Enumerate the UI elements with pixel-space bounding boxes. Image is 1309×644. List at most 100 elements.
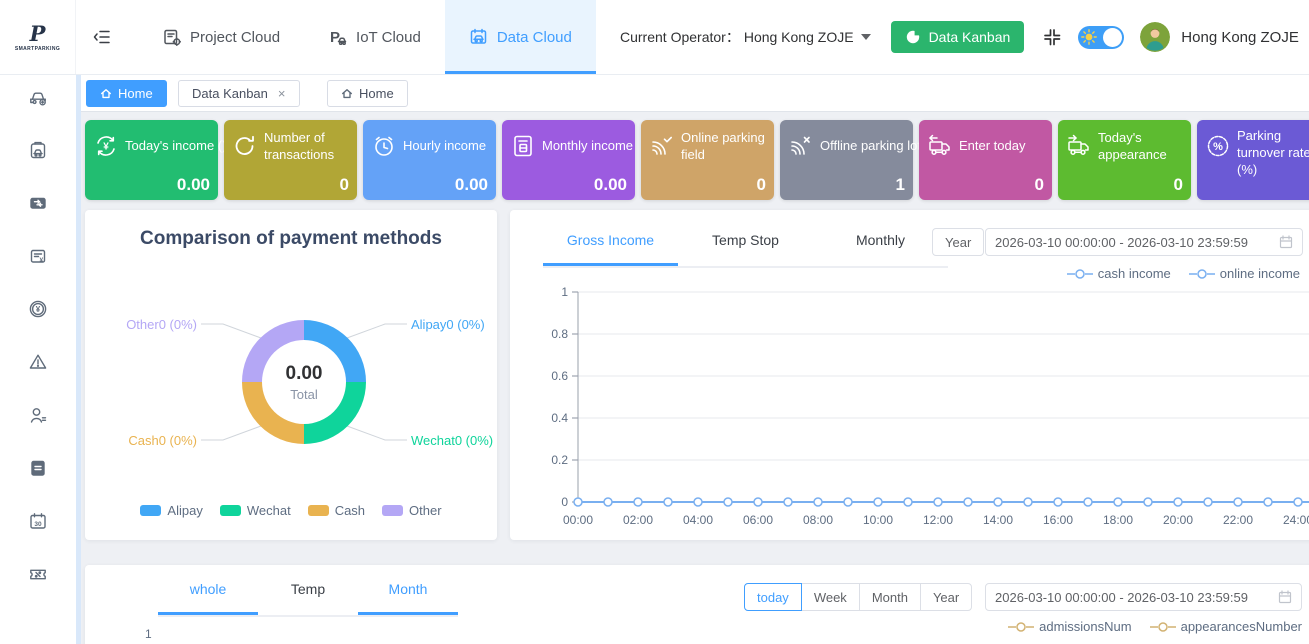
legend-item-other[interactable]: Other	[382, 503, 442, 518]
callout-alipay: Alipay0 (0%)	[411, 317, 485, 332]
sidebar-item-vehicle-service[interactable]	[28, 87, 48, 107]
stat-card-enter-today: Enter today 0	[919, 120, 1052, 200]
user-avatar[interactable]	[1140, 22, 1170, 52]
sidebar-item-pass-card[interactable]	[28, 193, 48, 213]
svg-text:30: 30	[34, 521, 42, 528]
invoice-yen-icon: ¥	[28, 246, 48, 266]
legend-swatch	[220, 505, 241, 516]
current-operator-value[interactable]: Hong Kong ZOJE	[744, 29, 854, 45]
sidebar-item-member-user[interactable]	[28, 405, 48, 425]
legend-item-wechat[interactable]: Wechat	[220, 503, 291, 518]
stat-card-hourly-income: Hourly income 0.00	[363, 120, 496, 200]
tab-temp[interactable]: Temp	[258, 579, 358, 615]
tab-month[interactable]: Month	[358, 579, 458, 615]
range-button-year[interactable]: Year	[920, 583, 972, 611]
theme-toggle[interactable]	[1078, 26, 1124, 49]
data-kanban-button[interactable]: Data Kanban	[891, 21, 1025, 53]
sidebar-item-billing-invoice[interactable]: ¥	[28, 246, 48, 266]
tab-temp-stop[interactable]: Temp Stop	[678, 230, 813, 266]
line-marker-icon	[1008, 622, 1034, 632]
nav-item-project-cloud[interactable]: Project Cloud	[138, 0, 304, 74]
collapse-menu-icon[interactable]	[92, 27, 112, 47]
sidebar-item-alarm-warning[interactable]	[28, 352, 48, 372]
data-kanban-button-label: Data Kanban	[929, 29, 1011, 45]
svg-text:¥: ¥	[103, 142, 109, 153]
clipboard-car-icon	[28, 140, 48, 160]
register-book-icon	[28, 458, 48, 478]
app-logo: P SMARTPARKING	[0, 0, 76, 74]
coupon-ticket-icon	[28, 564, 48, 584]
flow-range-buttons: today Week Month Year	[744, 583, 972, 611]
top-navbar: P SMARTPARKING Project Cloud P IoT Cloud…	[0, 0, 1309, 75]
range-button-week[interactable]: Week	[801, 583, 860, 611]
username[interactable]: Hong Kong ZOJE	[1181, 29, 1299, 46]
stat-card-value: 0.00	[594, 175, 627, 195]
workspace-tab-label: Home	[118, 86, 153, 101]
range-button-today[interactable]: today	[744, 583, 802, 611]
sidebar-item-ledger-register[interactable]	[28, 458, 48, 478]
tab-monthly[interactable]: Monthly	[813, 230, 948, 266]
tab-gross-income[interactable]: Gross Income	[543, 230, 678, 266]
logo-text: SMARTPARKING	[15, 46, 60, 52]
stat-card-offline-parking: Offline parking lot 1	[780, 120, 913, 200]
legend-label: admissionsNum	[1039, 619, 1131, 634]
stat-card-todays-appearance: Today's appearance 0	[1058, 120, 1191, 200]
legend-item-online-income[interactable]: online income	[1189, 266, 1300, 281]
refresh-yen-icon: ¥	[93, 133, 119, 159]
nav-item-label: Project Cloud	[190, 29, 280, 46]
svg-text:0: 0	[561, 495, 568, 509]
nav-item-data-cloud[interactable]: Data Cloud	[445, 0, 596, 74]
stat-card-label: Enter today	[959, 128, 1051, 165]
coin-yen-icon: ¥	[28, 299, 48, 319]
legend-item-appearances[interactable]: appearancesNumber	[1150, 619, 1302, 634]
nav-item-iot-cloud[interactable]: P IoT Cloud	[304, 0, 445, 74]
svg-text:06:00: 06:00	[743, 513, 773, 527]
chevron-down-icon[interactable]	[861, 34, 871, 40]
svg-text:¥: ¥	[36, 305, 41, 314]
workspace-tab-home[interactable]: Home	[327, 80, 408, 107]
callout-other: Other0 (0%)	[126, 317, 197, 332]
calendar-icon	[1278, 590, 1292, 604]
income-legend: cash income online income	[1067, 266, 1300, 281]
data-kanban-dashboard: P SMARTPARKING Project Cloud P IoT Cloud…	[0, 0, 1309, 644]
legend-item-admissions[interactable]: admissionsNum	[1008, 619, 1131, 634]
workspace-tab-home-active[interactable]: Home	[86, 80, 167, 107]
svg-text:10:00: 10:00	[863, 513, 893, 527]
payment-methods-panel: Comparison of payment methods 0.00 Total…	[85, 210, 497, 540]
svg-text:12:00: 12:00	[923, 513, 953, 527]
income-date-range-picker[interactable]: 2026-03-10 00:00:00 - 2026-03-10 23:59:5…	[985, 228, 1303, 256]
sidebar-item-monthly-calendar[interactable]: 30	[28, 511, 48, 531]
callout-cash: Cash0 (0%)	[128, 433, 197, 448]
sidebar-item-coupon-ticket[interactable]	[28, 564, 48, 584]
stat-card-value: 1	[896, 175, 905, 195]
stat-card-turnover-rate: % Parking turnover rate (%)	[1197, 120, 1309, 200]
stat-card-label: Hourly income	[403, 128, 495, 165]
month-document-icon	[510, 133, 536, 159]
legend-item-cash[interactable]: Cash	[308, 503, 365, 518]
flow-legend: admissionsNum appearancesNumber	[1008, 619, 1302, 634]
stat-card-value: 0.00	[455, 175, 488, 195]
svg-text:02:00: 02:00	[623, 513, 653, 527]
sidebar-item-parking-record[interactable]	[28, 140, 48, 160]
exit-fullscreen-icon[interactable]	[1042, 27, 1062, 47]
flow-date-range-picker[interactable]: 2026-03-10 00:00:00 - 2026-03-10 23:59:5…	[985, 583, 1302, 611]
workspace-tab-label: Data Kanban	[192, 86, 268, 101]
svg-text:0.4: 0.4	[551, 411, 568, 425]
year-range-button[interactable]: Year	[932, 228, 984, 256]
legend-item-cash-income[interactable]: cash income	[1067, 266, 1171, 281]
tab-whole[interactable]: whole	[158, 579, 258, 615]
range-button-month[interactable]: Month	[859, 583, 921, 611]
sidebar-scrollbar[interactable]	[76, 75, 81, 644]
sun-icon	[1081, 29, 1097, 45]
logo-monogram: P	[30, 23, 46, 44]
legend-item-alipay[interactable]: Alipay	[140, 503, 202, 518]
data-cloud-icon	[469, 27, 489, 47]
close-icon[interactable]: ×	[278, 86, 286, 101]
legend-label: Alipay	[167, 503, 202, 518]
stat-card-label: Monthly income	[542, 128, 634, 165]
flow-chart-ytick: 1	[145, 627, 152, 641]
svg-text:20:00: 20:00	[1163, 513, 1193, 527]
svg-text:0.8: 0.8	[551, 327, 568, 341]
sidebar-item-toll-coin[interactable]: ¥	[28, 299, 48, 319]
workspace-tab-data-kanban[interactable]: Data Kanban ×	[178, 80, 300, 107]
